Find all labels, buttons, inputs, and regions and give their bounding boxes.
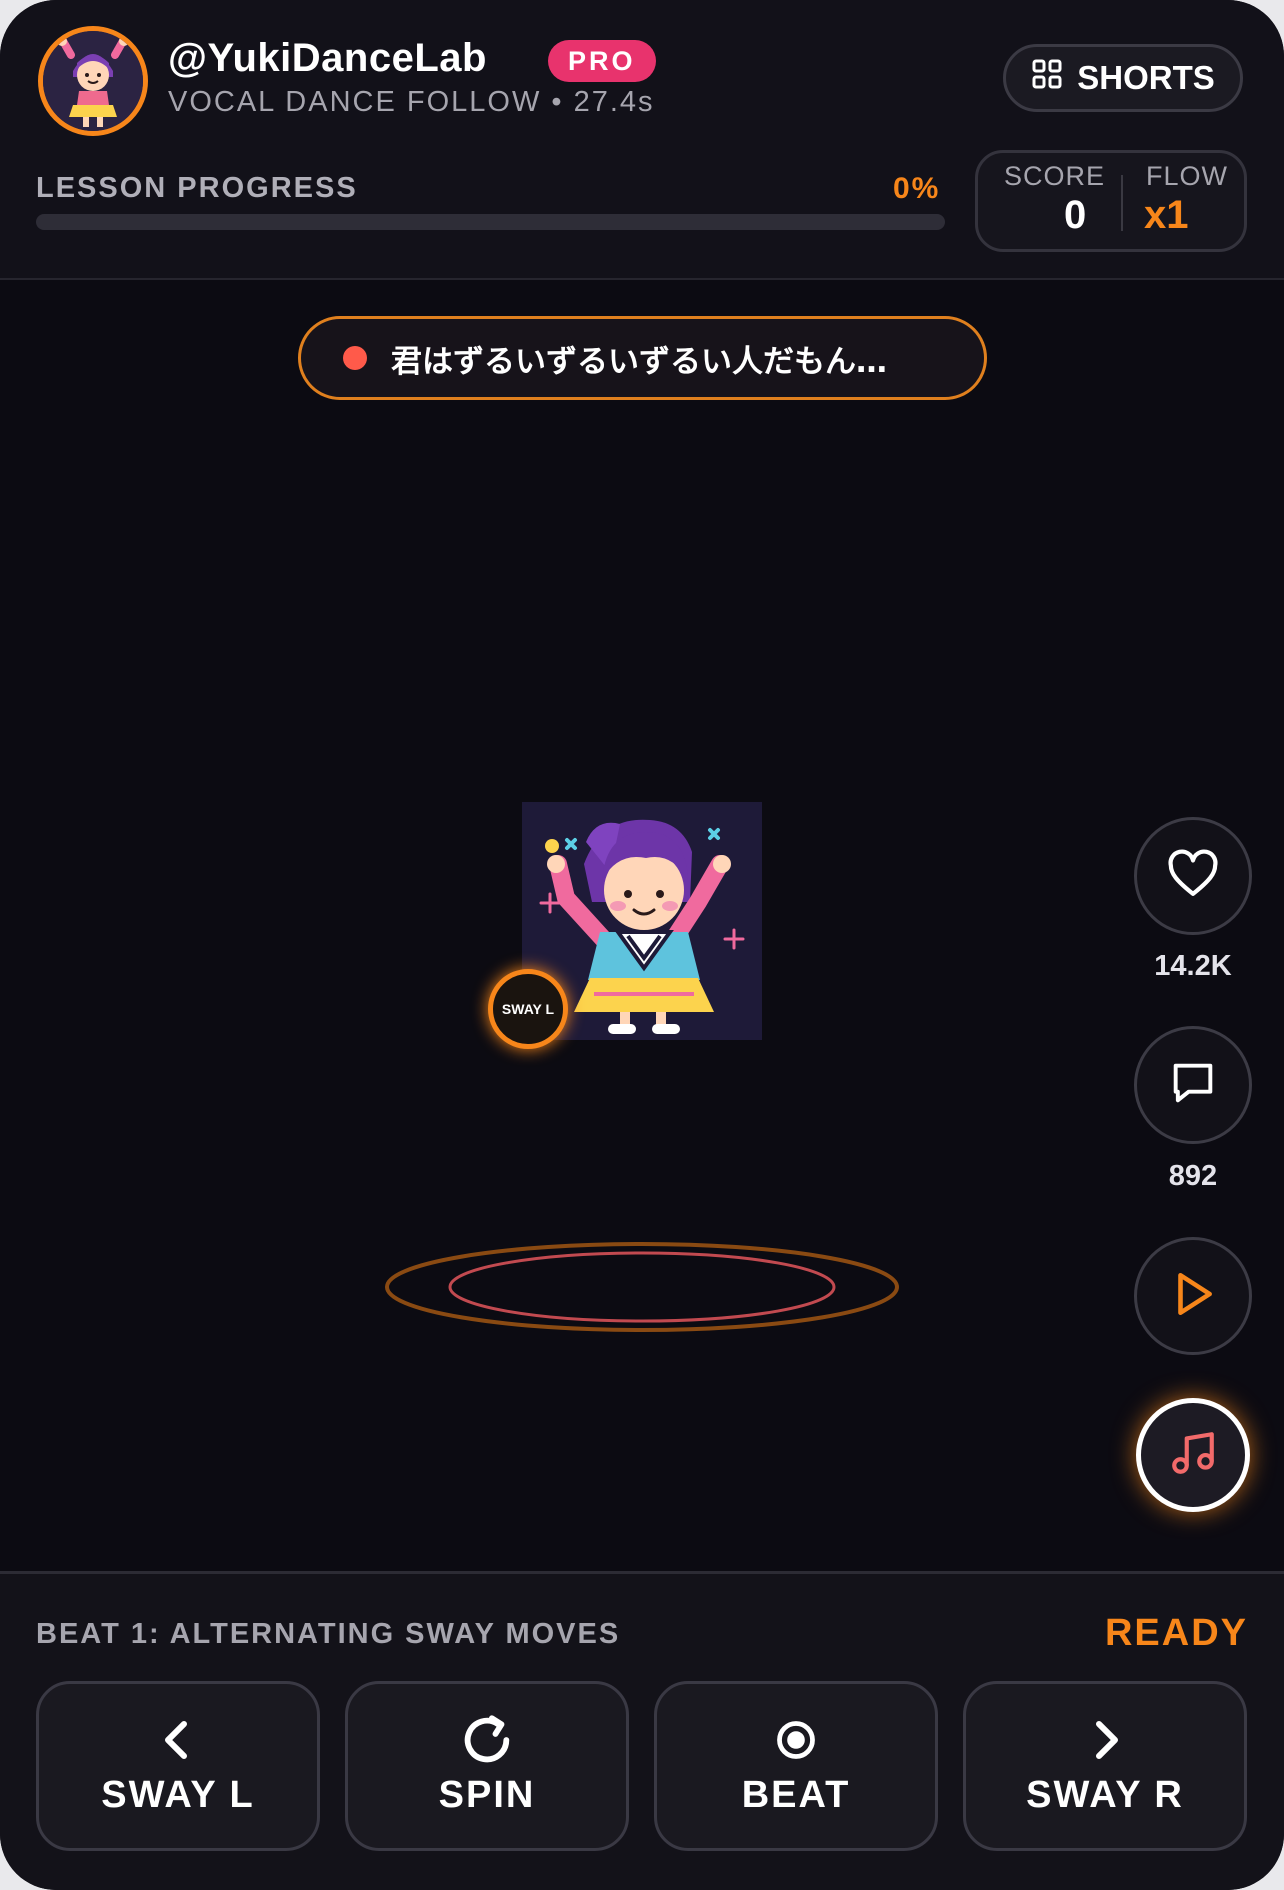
flow-value: x1 (1144, 193, 1189, 237)
lyric-text: 君はずるいずるいずるい人だもん… (391, 343, 887, 380)
comment-icon (1167, 1057, 1219, 1114)
move-label: SWAY R (1026, 1773, 1184, 1816)
dance-platform (383, 1240, 903, 1340)
shorts-button[interactable]: SHORTS (1003, 44, 1243, 112)
play-icon (1168, 1269, 1218, 1324)
target-icon (774, 1712, 818, 1768)
app-screen: @YukiDanceLab PRO VOCAL DANCE FOLLOW • 2… (0, 0, 1284, 1890)
move-label: BEAT (741, 1773, 851, 1816)
move-marker: SWAY L (488, 969, 568, 1049)
chevron-right-icon (1085, 1712, 1125, 1768)
flow-label: FLOW (1146, 161, 1228, 191)
heart-icon (1165, 846, 1221, 907)
status-label: READY (1104, 1612, 1248, 1654)
music-note-icon (1168, 1428, 1218, 1483)
lesson-subtitle: VOCAL DANCE FOLLOW • 27.4s (168, 86, 655, 118)
divider (1121, 175, 1123, 231)
pro-badge: PRO (548, 40, 656, 82)
move-label: SWAY L (101, 1773, 255, 1816)
move-button-sway-right[interactable]: SWAY R (963, 1681, 1247, 1851)
music-button[interactable] (1136, 1398, 1250, 1512)
chevron-left-icon (158, 1712, 198, 1768)
progress-bar (36, 214, 945, 230)
move-label: SPIN (438, 1773, 536, 1816)
like-button[interactable] (1134, 817, 1252, 935)
grid-icon (1031, 58, 1063, 98)
progress-label: LESSON PROGRESS (36, 172, 358, 204)
play-button[interactable] (1134, 1237, 1252, 1355)
beat-title: BEAT 1: ALTERNATING SWAY MOVES (36, 1618, 621, 1650)
score-panel: SCORE 0 FLOW x1 (975, 150, 1247, 252)
comment-button[interactable] (1134, 1026, 1252, 1144)
comment-count: 892 (1168, 1160, 1218, 1192)
recording-dot-icon (343, 346, 367, 370)
avatar[interactable] (38, 26, 148, 136)
shorts-label: SHORTS (1077, 59, 1215, 96)
channel-handle[interactable]: @YukiDanceLab (168, 36, 487, 81)
lyric-banner: 君はずるいずるいずるい人だもん… (298, 316, 987, 400)
like-count: 14.2K (1154, 950, 1232, 982)
progress-percent: 0% (893, 172, 941, 205)
rotate-icon (458, 1712, 516, 1768)
header: @YukiDanceLab PRO VOCAL DANCE FOLLOW • 2… (0, 0, 1284, 280)
score-value: 0 (1064, 193, 1087, 237)
control-panel: BEAT 1: ALTERNATING SWAY MOVES READY SWA… (0, 1571, 1284, 1890)
score-label: SCORE (1004, 161, 1106, 191)
move-button-spin[interactable]: SPIN (345, 1681, 629, 1851)
move-button-beat[interactable]: BEAT (654, 1681, 938, 1851)
move-button-sway-left[interactable]: SWAY L (36, 1681, 320, 1851)
